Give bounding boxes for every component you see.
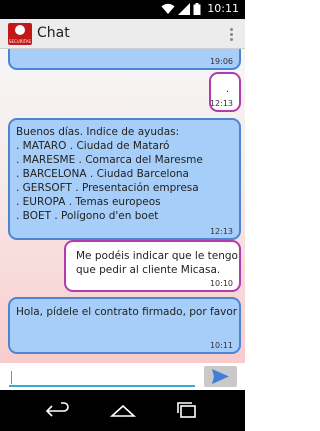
recents-icon (177, 402, 196, 418)
chat-message-list[interactable]: 19:06 . 12:13 Buenos días. Indice de ayu… (0, 49, 245, 390)
message-time: 10:10 (209, 279, 233, 288)
logo-mark-icon (15, 25, 25, 35)
home-button[interactable] (108, 401, 138, 421)
status-time: 10:11 (207, 2, 239, 15)
message-time: 12:13 (209, 227, 233, 236)
text-cursor (11, 371, 12, 384)
back-button[interactable] (44, 401, 74, 421)
app-title: Chat (37, 25, 70, 41)
recents-button[interactable] (172, 401, 202, 421)
message-bubble-incoming[interactable]: Me podéis indicar que le tengo que pedir… (64, 240, 241, 292)
message-text: Me podéis indicar que le tengo que pedir… (76, 250, 242, 276)
wifi-icon (161, 3, 175, 15)
message-time: 10:11 (209, 341, 233, 350)
send-icon (212, 369, 229, 384)
app-logo: SECURITAS (8, 23, 32, 45)
message-time: 19:06 (209, 57, 233, 66)
message-bubble-outgoing[interactable]: Buenos días. Indice de ayudas: . MATARO … (8, 118, 241, 240)
compose-bar (0, 363, 245, 390)
message-text: Buenos días. Indice de ayudas: . MATARO … (16, 126, 203, 222)
home-icon (109, 404, 137, 417)
status-icons (161, 3, 201, 15)
message-text: . (225, 84, 229, 95)
message-text: Hola, pídele el contrato firmado, por fa… (16, 306, 238, 318)
message-input[interactable] (9, 366, 195, 387)
overflow-menu-icon[interactable] (230, 28, 233, 41)
phone-screen: 10:11 SECURITAS Chat 19:06 . 12:13 Bueno… (0, 0, 245, 431)
navigation-bar (0, 390, 245, 431)
logo-text: SECURITAS (8, 39, 32, 44)
message-bubble-outgoing[interactable]: Hola, pídele el contrato firmado, por fa… (8, 297, 241, 354)
back-icon (45, 402, 69, 417)
action-bar: SECURITAS Chat (0, 19, 245, 49)
message-bubble-outgoing[interactable]: 19:06 (8, 49, 241, 70)
send-button[interactable] (204, 366, 237, 387)
message-time: 12:13 (209, 99, 233, 108)
battery-icon (193, 3, 201, 15)
status-bar: 10:11 (0, 0, 245, 19)
signal-icon (178, 3, 190, 15)
message-bubble-incoming[interactable]: . 12:13 (209, 72, 241, 112)
